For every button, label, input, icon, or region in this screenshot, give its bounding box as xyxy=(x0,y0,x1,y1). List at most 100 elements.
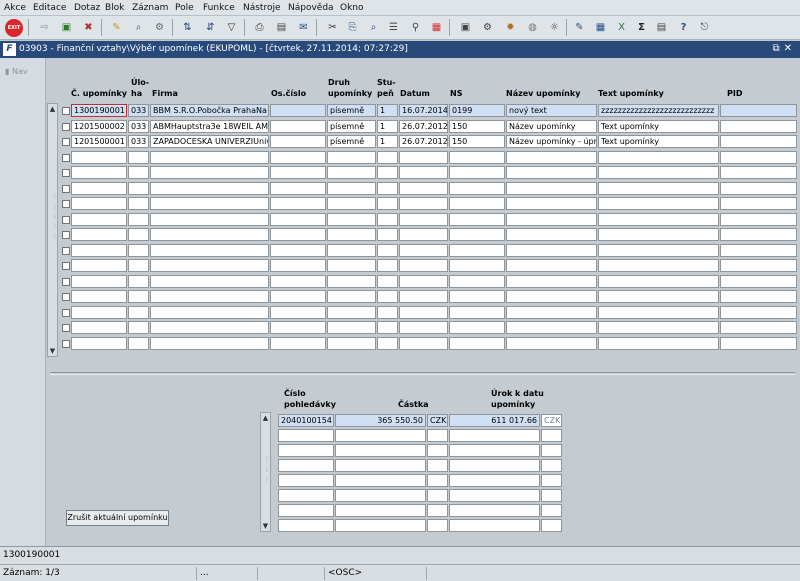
cell-stupen[interactable] xyxy=(377,337,398,350)
cell-datum[interactable] xyxy=(399,321,448,334)
cell-cislo[interactable] xyxy=(278,474,334,487)
cell-nazev[interactable] xyxy=(506,306,597,319)
cell-stupen[interactable] xyxy=(377,228,398,241)
calculator-icon[interactable]: ▦ xyxy=(429,20,444,35)
clear-icon[interactable]: ✎ xyxy=(109,20,124,35)
cell-pid[interactable] xyxy=(720,290,797,303)
cell-os[interactable] xyxy=(270,275,326,288)
row-select-checkbox[interactable] xyxy=(62,154,70,162)
scroll-down-icon[interactable]: ▼ xyxy=(48,346,57,356)
cell-uloha[interactable] xyxy=(128,337,149,350)
cell-ns[interactable] xyxy=(449,228,505,241)
cell-ns[interactable] xyxy=(449,151,505,164)
cell-c[interactable]: 1300190001 xyxy=(71,104,127,117)
cell-firma[interactable] xyxy=(150,213,269,226)
cell-mena2[interactable] xyxy=(541,474,562,487)
cell-c[interactable]: 1201500001 xyxy=(71,135,127,148)
cell-text[interactable] xyxy=(598,306,719,319)
cell-mena[interactable] xyxy=(427,519,448,532)
cell-nazev[interactable] xyxy=(506,244,597,257)
cell-text[interactable] xyxy=(598,197,719,210)
cell-cislo[interactable] xyxy=(278,429,334,442)
cell-stupen[interactable]: 1 xyxy=(377,104,398,117)
cell-os[interactable] xyxy=(270,259,326,272)
cell-nazev[interactable] xyxy=(506,321,597,334)
row-select-checkbox[interactable] xyxy=(62,216,70,224)
cell-firma[interactable] xyxy=(150,151,269,164)
cell-stupen[interactable] xyxy=(377,275,398,288)
cell-nazev[interactable] xyxy=(506,197,597,210)
cell-os[interactable] xyxy=(270,321,326,334)
cell-druh[interactable] xyxy=(327,244,376,257)
row-select-checkbox[interactable] xyxy=(62,340,70,348)
save-icon[interactable]: ⇨ xyxy=(37,20,52,35)
cell-ns[interactable]: 150 xyxy=(449,135,505,148)
cell-datum[interactable]: 26.07.2012 xyxy=(399,135,448,148)
cell-ns[interactable]: 150 xyxy=(449,120,505,133)
cell-urok[interactable] xyxy=(449,489,540,502)
menu-okno[interactable]: Okno xyxy=(340,3,364,13)
delete-icon[interactable]: ✖ xyxy=(81,20,96,35)
cell-uloha[interactable] xyxy=(128,182,149,195)
cell-mena2[interactable] xyxy=(541,444,562,457)
cell-stupen[interactable] xyxy=(377,321,398,334)
cell-uloha[interactable] xyxy=(128,321,149,334)
sort-icon[interactable]: ⇅ xyxy=(180,20,195,35)
cell-ns[interactable] xyxy=(449,166,505,179)
cell-mena2[interactable] xyxy=(541,519,562,532)
cell-mena[interactable] xyxy=(427,474,448,487)
cell-ns[interactable] xyxy=(449,197,505,210)
row-select-checkbox[interactable] xyxy=(62,309,70,317)
mail-icon[interactable]: ✉ xyxy=(296,20,311,35)
cell-druh[interactable] xyxy=(327,337,376,350)
row-select-checkbox[interactable] xyxy=(62,123,70,131)
cell-mena2[interactable] xyxy=(541,459,562,472)
row-select-checkbox[interactable] xyxy=(62,262,70,270)
cell-castka[interactable] xyxy=(335,504,426,517)
menu-pole[interactable]: Pole xyxy=(175,3,194,13)
row-select-checkbox[interactable] xyxy=(62,200,70,208)
cell-text[interactable] xyxy=(598,321,719,334)
cell-nazev[interactable]: Název upomínky - úpra xyxy=(506,135,597,148)
scroll-up-icon[interactable]: ▲ xyxy=(48,104,57,114)
cell-castka[interactable] xyxy=(335,489,426,502)
cell-stupen[interactable]: 1 xyxy=(377,120,398,133)
sort-desc-icon[interactable]: ⇵ xyxy=(203,20,218,35)
cell-druh[interactable]: písemně xyxy=(327,120,376,133)
cell-os[interactable] xyxy=(270,244,326,257)
cell-os[interactable] xyxy=(270,290,326,303)
cell-pid[interactable] xyxy=(720,275,797,288)
cell-uloha[interactable] xyxy=(128,290,149,303)
cell-datum[interactable] xyxy=(399,306,448,319)
cell-nazev[interactable] xyxy=(506,275,597,288)
menu-akce[interactable]: Akce xyxy=(4,3,26,13)
cell-c[interactable]: 1201500002 xyxy=(71,120,127,133)
help-icon[interactable]: ? xyxy=(676,20,691,35)
cell-pid[interactable] xyxy=(720,197,797,210)
cell-c[interactable] xyxy=(71,228,127,241)
cell-ns[interactable] xyxy=(449,182,505,195)
scroll-down-icon[interactable]: ▼ xyxy=(261,521,270,531)
cell-nazev[interactable]: nový text xyxy=(506,104,597,117)
row-select-checkbox[interactable] xyxy=(62,185,70,193)
cell-pid[interactable] xyxy=(720,321,797,334)
cell-cislo[interactable] xyxy=(278,504,334,517)
cell-firma[interactable]: ABMHauptstra3e 18WEIL AM R xyxy=(150,120,269,133)
print-icon[interactable]: ⎙ xyxy=(252,20,267,35)
cell-mena2[interactable] xyxy=(541,489,562,502)
cell-urok[interactable] xyxy=(449,474,540,487)
cell-nazev[interactable] xyxy=(506,213,597,226)
row-select-checkbox[interactable] xyxy=(62,107,70,115)
cell-c[interactable] xyxy=(71,213,127,226)
cell-ns[interactable] xyxy=(449,337,505,350)
cell-uloha[interactable]: 033 xyxy=(128,135,149,148)
cell-datum[interactable] xyxy=(399,197,448,210)
cell-pid[interactable] xyxy=(720,259,797,272)
cell-firma[interactable]: BBM S.R.O.Pobočka PrahaNa s xyxy=(150,104,269,117)
cell-c[interactable] xyxy=(71,151,127,164)
cell-datum[interactable] xyxy=(399,290,448,303)
cell-firma[interactable] xyxy=(150,182,269,195)
cell-nazev[interactable] xyxy=(506,228,597,241)
cell-c[interactable] xyxy=(71,166,127,179)
cell-datum[interactable]: 16.07.2014 xyxy=(399,104,448,117)
